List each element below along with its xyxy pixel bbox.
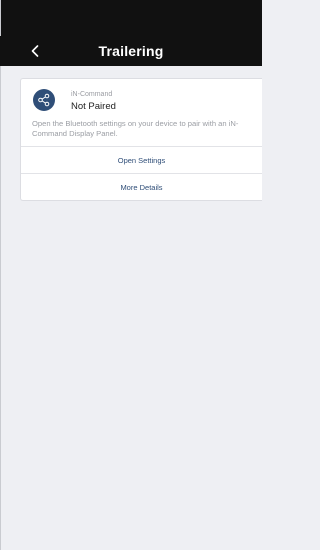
- pairing-instructions: Open the Bluetooth settings on your devi…: [32, 119, 239, 138]
- device-avatar: [33, 89, 55, 111]
- share-nodes-icon: [38, 93, 50, 107]
- page-title: Trailering: [98, 43, 164, 59]
- navigation-bar: Trailering: [0, 36, 262, 66]
- open-settings-button[interactable]: Open Settings: [21, 146, 262, 173]
- screen-edge: [0, 0, 1, 550]
- device-brand: iN-Command: [71, 91, 113, 98]
- more-details-button[interactable]: More Details: [21, 173, 262, 200]
- status-bar: [0, 0, 262, 36]
- device-card: iN-Command Not Paired Open the Bluetooth…: [20, 78, 262, 201]
- pairing-status: Not Paired: [71, 101, 116, 112]
- device-info: iN-Command Not Paired: [71, 89, 116, 113]
- device-header: iN-Command Not Paired: [21, 79, 262, 113]
